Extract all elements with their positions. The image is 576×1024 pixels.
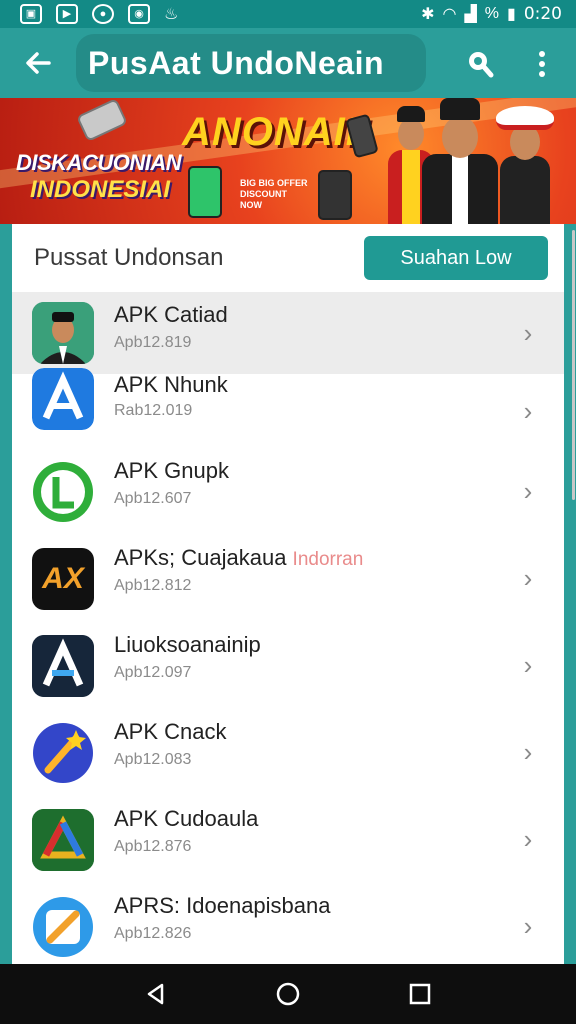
system-nav-bar [0, 964, 576, 1024]
list-item[interactable]: APK Catiad Apb12.819 › [12, 292, 564, 374]
list-item[interactable]: APK Cudoaula Apb12.876 › [12, 796, 564, 883]
app-list: APK Catiad Apb12.819 › APK Nhunk Rab12.0… [12, 292, 564, 964]
image-icon: ▣ [20, 4, 42, 24]
app-name: APK Cnack [114, 719, 227, 744]
list-item[interactable]: APRS: Idoenapisbana Apb12.826 › [12, 883, 564, 964]
app-version: Apb12.826 [114, 925, 192, 942]
search-icon [469, 52, 494, 78]
app-name-highlight: Indorran [292, 549, 364, 570]
back-button[interactable] [8, 33, 68, 93]
play-icon: ▶ [56, 4, 78, 24]
nav-back-button[interactable] [136, 974, 176, 1014]
nav-home-button[interactable] [268, 974, 308, 1014]
app-version: Apb12.097 [114, 664, 192, 681]
letter-a-dark-icon [32, 634, 94, 697]
card-header: Pussat Undonsan Suahan Low [12, 224, 564, 292]
app-name: Liuoksoanainip [114, 632, 261, 657]
app-version: Apb12.083 [114, 751, 192, 768]
flame-icon: ♨ [164, 6, 179, 23]
clock: 0:20 [523, 4, 562, 24]
triangle-back-icon [147, 983, 164, 1005]
list-item[interactable]: APK Nhunk Rab12.019 › [12, 368, 564, 448]
app-name: APK Nhunk [114, 372, 228, 397]
banner-left-line2: INDONESIAI [30, 176, 171, 203]
wifi-icon: ◠ [442, 6, 457, 23]
promo-banner[interactable]: DISKACUONIAN INDONESIAI ANONAIII BIG BIG… [0, 98, 576, 224]
person-image [496, 98, 554, 224]
person-image [422, 98, 498, 224]
ax-orange-icon: AX [32, 547, 94, 610]
person-portrait-icon [32, 302, 94, 364]
circle-home-icon [276, 982, 300, 1006]
status-bar: ▣ ▶ ● ◉ ♨ ✱ ◠ ▟ % ▮ 0:20 [0, 0, 576, 28]
list-item[interactable]: AX APKs; Cuajakaua Indorran Apb12.812 › [12, 535, 564, 622]
list-item[interactable]: APK Cnack Apb12.083 › [12, 709, 564, 796]
chevron-right-icon: › [523, 911, 533, 941]
app-bar: PusAat UndoNeain [0, 28, 576, 98]
wand-star-icon [32, 721, 94, 784]
letter-l-green-icon [32, 460, 94, 523]
chevron-right-icon: › [523, 317, 533, 348]
card-title: Pussat Undonsan [34, 244, 224, 271]
chevron-right-icon: › [523, 650, 533, 680]
search-button[interactable] [458, 42, 502, 86]
chevron-right-icon: › [523, 737, 533, 767]
hammer-icon [76, 98, 128, 142]
header-action-button[interactable]: Suahan Low [364, 236, 548, 280]
pencil-blue-icon [32, 895, 94, 958]
banner-title: ANONAIII [182, 110, 370, 154]
app-name: APK Catiad [114, 302, 228, 327]
system-icons: ✱ ◠ ▟ % ▮ 0:20 [421, 4, 562, 24]
app-name: APK Cudoaula [114, 806, 259, 831]
youtube-icon: ◉ [128, 4, 150, 24]
list-item[interactable]: Liuoksoanainip Apb12.097 › [12, 622, 564, 709]
notification-icons: ▣ ▶ ● ◉ ♨ [20, 4, 178, 24]
banner-left-line1: DISKACUONIAN [16, 150, 182, 175]
app-name: APKs; Cuajakaua Indorran [114, 545, 364, 570]
app-version: Rab12.019 [114, 402, 193, 419]
arrow-left-icon [26, 52, 51, 74]
phone-image [188, 166, 222, 218]
banner-small-text: BIG BIG OFFER DISCOUNT NOW [240, 178, 308, 210]
scrollbar[interactable] [572, 230, 575, 500]
water-icon: ● [92, 4, 114, 24]
battery-icon: ▮ [507, 6, 516, 23]
chevron-right-icon: › [523, 476, 533, 506]
app-name: APK Gnupk [114, 458, 229, 483]
list-item[interactable]: APK Gnupk Apb12.607 › [12, 448, 564, 535]
app-name: APRS: Idoenapisbana [114, 893, 331, 918]
signal-icon: ▟ [464, 6, 477, 23]
app-version: Apb12.819 [114, 334, 192, 351]
chevron-right-icon: › [523, 824, 533, 854]
tri-color-triangle-icon [32, 808, 94, 871]
bluetooth-icon: ✱ [421, 6, 435, 23]
app-list-card: Pussat Undonsan Suahan Low APK Catiad Ap… [12, 224, 564, 964]
battery-percent: % [484, 5, 499, 22]
square-recents-icon [409, 983, 431, 1005]
app-version: Apb12.607 [114, 490, 192, 507]
letter-a-blue-icon [32, 368, 94, 430]
phone-image [318, 170, 352, 220]
app-version: Apb12.876 [114, 838, 192, 855]
chevron-right-icon: › [523, 395, 533, 426]
app-title: PusAat UndoNeain [76, 34, 426, 92]
nav-recents-button[interactable] [400, 974, 440, 1014]
chevron-right-icon: › [523, 563, 533, 593]
app-version: Apb12.812 [114, 577, 192, 594]
overflow-menu-button[interactable] [524, 42, 560, 86]
